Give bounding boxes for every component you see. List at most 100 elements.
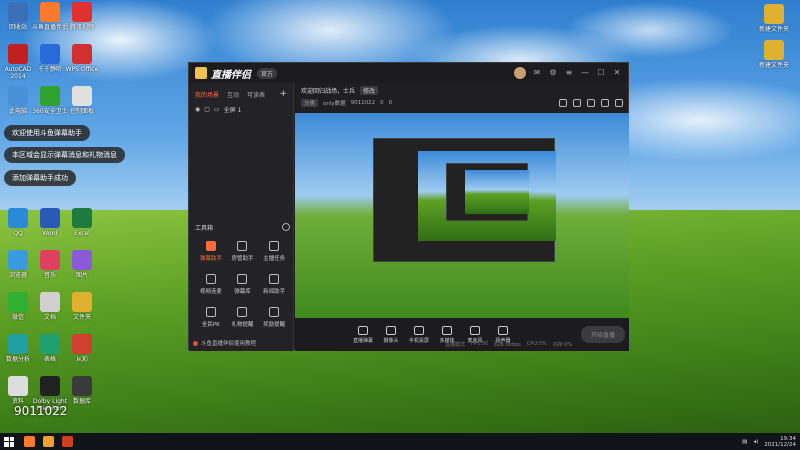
desktop-icon-label: 从彩 <box>75 356 88 363</box>
danmu-toast-success: 添加弹幕助手成功 <box>4 170 76 186</box>
scene-item[interactable]: ◉ ▢ ▭ 全屏 1 <box>189 103 293 116</box>
desktop-icon[interactable]: 斗鱼直播伴侣 <box>32 2 68 31</box>
control-icon <box>358 325 368 335</box>
tab-interact[interactable]: 互动 <box>227 90 239 99</box>
tool-item[interactable]: 弹幕助手 <box>195 241 227 262</box>
close-icon[interactable]: ✕ <box>612 68 622 78</box>
desktop-icon[interactable]: 音乐 <box>32 250 68 279</box>
minimize-icon[interactable]: — <box>580 68 590 78</box>
desktop-icon[interactable]: 文件夹 <box>64 292 100 321</box>
lock-room-icon[interactable] <box>573 99 581 107</box>
desktop-icon[interactable]: 数据库 <box>64 376 100 405</box>
tool-icon <box>205 241 216 251</box>
desktop-icon-label: 腾讯视频 <box>69 24 94 31</box>
viewer-count: 0 <box>380 100 384 106</box>
tab-my-scene[interactable]: 我的场景 <box>195 90 219 99</box>
version-dropdown[interactable]: 官方 <box>257 67 278 79</box>
desktop-icon[interactable]: 此电脑 <box>0 86 36 115</box>
desktop-icon[interactable]: 图片 <box>64 250 100 279</box>
edit-title-button[interactable]: 修改 <box>360 85 379 95</box>
desktop-icon[interactable]: 腾讯视频 <box>64 2 100 31</box>
nested-preview-2 <box>465 170 529 214</box>
nested-window-1 <box>373 138 556 262</box>
app-icon <box>72 44 92 64</box>
monitor-icon: ▭ <box>213 106 220 113</box>
settings-icon[interactable]: ⚙ <box>548 68 558 78</box>
desktop-icon[interactable]: Word <box>32 208 68 237</box>
desktop-icon[interactable]: 新建文件夹 <box>756 40 792 69</box>
desktop-icon[interactable]: 控制面板 <box>64 86 100 115</box>
tool-item[interactable]: 视频连麦 <box>195 274 227 295</box>
room-id: 9011022 <box>350 100 376 106</box>
app-icon <box>72 376 92 396</box>
desktop-icon-label: QQ <box>13 230 23 237</box>
stream-preview[interactable] <box>295 113 629 318</box>
like-count: 0 <box>388 100 393 106</box>
app-icon <box>40 250 60 270</box>
desktop-icon[interactable]: 文档 <box>32 292 68 321</box>
desktop-icon[interactable]: 千千静听 <box>32 44 68 73</box>
clip-icon[interactable] <box>587 99 595 107</box>
maximize-icon[interactable]: ☐ <box>596 68 606 78</box>
desktop-icon-label: 控制面板 <box>69 108 94 115</box>
category-pill[interactable]: 分类 <box>301 99 319 107</box>
tab-readable[interactable]: 可读表 <box>247 90 265 99</box>
desktop-icon-label: 表格 <box>43 356 56 363</box>
mail-icon[interactable]: ✉ <box>532 68 542 78</box>
tool-item[interactable]: 主播任务 <box>258 241 290 262</box>
bell-icon[interactable] <box>601 99 609 107</box>
desktop-icon[interactable]: 从彩 <box>64 334 100 363</box>
tool-item[interactable]: 弹幕库 <box>227 274 259 295</box>
desktop-icon[interactable]: 表格 <box>32 334 68 363</box>
app-icon <box>40 2 60 22</box>
desktop-icon-label: 千千静听 <box>37 66 62 73</box>
clock[interactable]: 19:34 2021/12/24 <box>764 436 796 448</box>
toolbox-settings-icon[interactable] <box>282 223 290 231</box>
desktop-icon[interactable]: 新建文件夹 <box>756 4 792 33</box>
tool-item[interactable]: 全民PK <box>195 307 227 328</box>
menu-icon[interactable]: ≡ <box>564 68 574 78</box>
live-companion-window: 直播伴侣 官方 ✉ ⚙ ≡ — ☐ ✕ 我的场景 互动 可读表 + ◉ ▢ ▭ … <box>188 62 629 351</box>
desktop-icon[interactable]: QQ <box>0 208 36 237</box>
tutorial-label: 斗鱼直播伴侣使用教程 <box>201 341 257 347</box>
tool-item[interactable]: 礼物提醒 <box>227 307 259 328</box>
window-titlebar[interactable]: 直播伴侣 官方 ✉ ⚙ ≡ — ☐ ✕ <box>189 63 628 83</box>
taskbar-app-icon[interactable] <box>43 436 54 447</box>
taskbar-app-icon[interactable] <box>24 436 35 447</box>
desktop-icon[interactable]: 微信 <box>0 292 36 321</box>
desktop-icon[interactable]: Excel <box>64 208 100 237</box>
desktop-icon[interactable]: 360安全卫士 <box>32 86 68 115</box>
tool-item[interactable]: 新闻助手 <box>258 274 290 295</box>
network-icon[interactable]: ▤ <box>742 439 747 445</box>
tool-item[interactable]: 奖励提醒 <box>258 307 290 328</box>
windows-start-icon[interactable] <box>4 436 14 447</box>
desktop-icon[interactable]: 回收站 <box>0 2 36 31</box>
taskbar-app-icon[interactable] <box>62 436 73 447</box>
toolbox-header: 工具箱 <box>195 223 290 232</box>
tool-icon <box>269 274 280 284</box>
volume-icon[interactable]: ◂) <box>753 439 758 445</box>
desktop-icon[interactable]: 浏览器 <box>0 250 36 279</box>
user-avatar[interactable] <box>514 67 526 79</box>
desktop-icon[interactable]: 资料 <box>0 376 36 405</box>
app-icon <box>8 44 28 64</box>
scene-label: 全屏 1 <box>223 107 242 114</box>
tutorial-link[interactable]: 斗鱼直播伴侣使用教程 <box>193 339 256 347</box>
desktop-icon[interactable]: 数据分析 <box>0 334 36 363</box>
status-item: 直播模式 <box>445 341 466 348</box>
control-icon <box>414 325 424 335</box>
share-icon[interactable] <box>615 99 623 107</box>
desktop-icon[interactable]: WPS Office <box>64 44 100 73</box>
app-icon <box>8 334 28 354</box>
danmu-toast-welcome: 欢迎使用斗鱼弹幕助手 <box>4 125 90 141</box>
desktop-icon-label: 新建文件夹 <box>758 62 789 69</box>
desktop-icon[interactable]: AutoCAD 2014 <box>0 44 36 80</box>
nested-preview-1 <box>418 151 556 241</box>
lock-icon[interactable]: ▢ <box>204 106 210 113</box>
calendar-icon[interactable] <box>559 99 567 107</box>
desktop-icon-label: 回收站 <box>8 24 27 31</box>
eye-icon[interactable]: ◉ <box>195 106 200 113</box>
add-scene-icon[interactable]: + <box>279 89 287 99</box>
tool-icon <box>237 307 248 317</box>
tool-item[interactable]: 房管助手 <box>227 241 259 262</box>
